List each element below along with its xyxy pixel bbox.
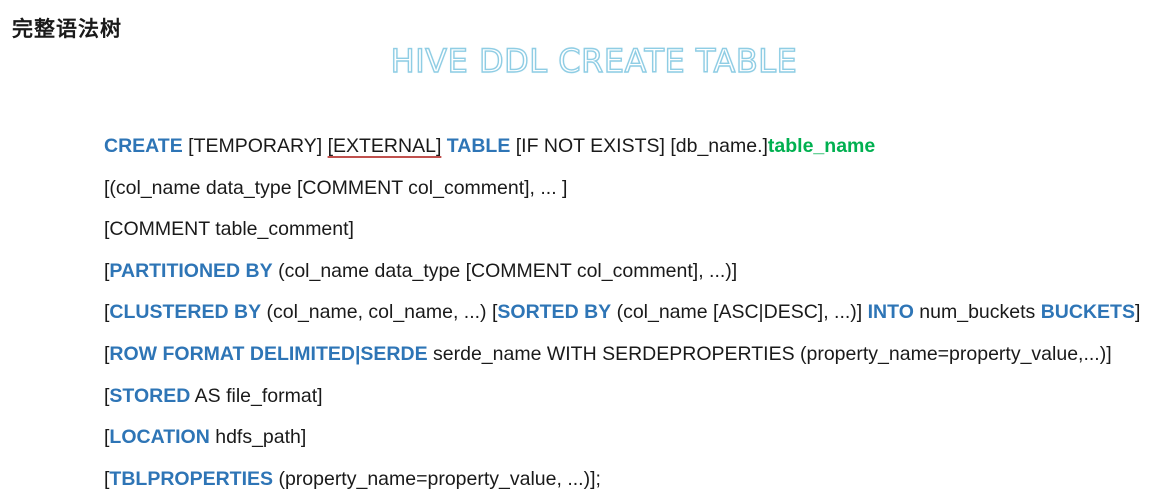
columns-clause: [(col_name data_type [COMMENT col_commen… — [104, 176, 568, 199]
keyword-into: INTO — [867, 301, 914, 324]
num-buckets: num_buckets — [913, 301, 1041, 324]
keyword-clustered-by: CLUSTERED BY — [109, 301, 262, 324]
keyword-stored: STORED — [109, 384, 191, 407]
comment-clause: [COMMENT table_comment] — [104, 218, 354, 241]
page-heading: 完整语法树 — [12, 17, 122, 41]
sorted-columns: (col_name [ASC|DESC], ...)] — [611, 301, 868, 324]
syntax-line-row-format: [ROW FORMAT DELIMITED|SERDE serde_name W… — [104, 338, 1140, 380]
serde-clause: serde_name WITH SERDEPROPERTIES (propert… — [427, 342, 1112, 365]
bracket-close: ] — [1134, 301, 1141, 324]
partitioned-clause: (col_name data_type [COMMENT col_comment… — [272, 259, 738, 282]
option-temporary: [TEMPORARY] — [182, 135, 328, 157]
syntax-line-columns: [(col_name data_type [COMMENT col_commen… — [104, 172, 1140, 214]
option-external: [EXTERNAL] — [327, 135, 442, 157]
slide-title: HIVE DDL CREATE TABLE — [390, 41, 798, 80]
keyword-tblproperties: TBLPROPERTIES — [109, 467, 274, 490]
keyword-buckets: BUCKETS — [1040, 301, 1135, 324]
keyword-partitioned-by: PARTITIONED BY — [109, 259, 273, 282]
keyword-sorted-by: SORTED BY — [497, 301, 612, 324]
syntax-line-comment: [COMMENT table_comment] — [104, 213, 1140, 255]
syntax-line-stored: [STORED AS file_format] — [104, 380, 1140, 422]
create-table-syntax: CREATE [TEMPORARY] [EXTERNAL] TABLE [IF … — [104, 130, 1140, 504]
hdfs-path-clause: hdfs_path] — [209, 426, 307, 449]
syntax-line-clustered: [CLUSTERED BY (col_name, col_name, ...) … — [104, 296, 1140, 338]
table-name: table_name — [767, 135, 876, 157]
keyword-table: TABLE — [446, 135, 511, 157]
option-if-not-exists: [IF NOT EXISTS] [db_name.] — [510, 135, 768, 157]
tblproperties-clause: (property_name=property_value, ...)]; — [273, 467, 601, 490]
file-format-clause: AS file_format] — [190, 384, 323, 407]
clustered-columns: (col_name, col_name, ...) [ — [261, 301, 498, 324]
keyword-create: CREATE — [104, 135, 183, 157]
syntax-line-location: [LOCATION hdfs_path] — [104, 421, 1140, 463]
keyword-location: LOCATION — [109, 426, 210, 449]
keyword-row-format: ROW FORMAT DELIMITED|SERDE — [109, 342, 428, 365]
syntax-line-create: CREATE [TEMPORARY] [EXTERNAL] TABLE [IF … — [104, 130, 1140, 172]
syntax-line-partitioned: [PARTITIONED BY (col_name data_type [COM… — [104, 255, 1140, 297]
